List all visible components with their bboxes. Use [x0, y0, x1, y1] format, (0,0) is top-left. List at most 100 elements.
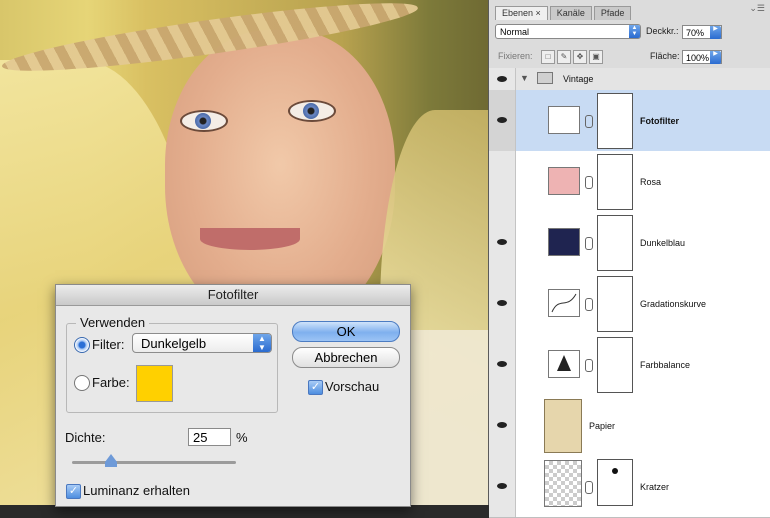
opacity-input[interactable]: 70% ▶ — [682, 25, 722, 39]
density-unit: % — [236, 430, 248, 445]
layer-mask-thumbnail[interactable] — [597, 154, 633, 210]
layer-name: Dunkelblau — [640, 238, 686, 248]
photo-mouth — [200, 228, 300, 250]
link-icon[interactable] — [585, 359, 593, 372]
lock-label: Fixieren: — [498, 51, 533, 61]
layer-name: Farbbalance — [640, 360, 691, 370]
eye-icon — [497, 361, 507, 367]
preserve-luminosity-label: Luminanz erhalten — [83, 483, 190, 498]
lock-paint-icon[interactable]: ✎ — [557, 50, 571, 64]
fill-input[interactable]: 100% ▶ — [682, 50, 722, 64]
lock-transparency-icon[interactable]: □ — [541, 50, 555, 64]
layer-row[interactable]: Fotofilter — [489, 90, 770, 152]
ok-button[interactable]: OK — [292, 321, 400, 342]
layer-mask-thumbnail[interactable] — [597, 93, 633, 149]
visibility-toggle[interactable] — [489, 395, 516, 456]
layers-list: ▼ Vintage Fotofilter Rosa Dunkelblau Gra… — [489, 68, 770, 518]
color-label: Farbe: — [92, 375, 130, 390]
layer-mask-thumbnail[interactable] — [597, 459, 633, 506]
visibility-toggle[interactable] — [489, 68, 516, 90]
preview-label: Vorschau — [325, 379, 380, 394]
preview-checkbox[interactable]: ✓ — [308, 380, 323, 395]
link-icon[interactable] — [585, 115, 593, 128]
filter-select-value: Dunkelgelb — [141, 336, 207, 351]
link-icon[interactable] — [585, 237, 593, 250]
preserve-luminosity-checkbox[interactable]: ✓ — [66, 484, 81, 499]
density-slider-thumb-base[interactable] — [105, 462, 117, 467]
eye-icon — [497, 300, 507, 306]
panel-tabs: Ebenen × Kanäle Pfade — [495, 6, 633, 20]
density-input[interactable]: 25 — [188, 428, 231, 446]
disclosure-triangle-icon[interactable]: ▼ — [520, 73, 529, 83]
arrow-right-icon[interactable]: ▶ — [710, 26, 721, 39]
layers-panel: Ebenen × Kanäle Pfade ⌄☰ Normal ▲ ▼ Deckk… — [488, 0, 770, 518]
filter-label: Filter: — [92, 337, 125, 352]
layer-name: Rosa — [640, 177, 662, 187]
photo-filter-adjustment-icon — [548, 106, 580, 134]
use-group-label: Verwenden — [76, 315, 150, 330]
visibility-toggle[interactable] — [489, 151, 516, 212]
layer-row[interactable]: Gradationskurve — [489, 273, 770, 335]
blend-mode-value: Normal — [500, 27, 530, 37]
tab-ebenen[interactable]: Ebenen × — [495, 6, 548, 20]
visibility-toggle[interactable] — [489, 273, 516, 334]
layer-row[interactable]: Kratzer — [489, 456, 770, 518]
lock-all-icon[interactable]: ▣ — [589, 50, 603, 64]
color-radio[interactable] — [74, 375, 90, 391]
layer-name: Papier — [589, 421, 616, 431]
layer-mask-thumbnail[interactable] — [597, 337, 633, 393]
layer-name: Fotofilter — [640, 116, 679, 126]
dialog-title[interactable]: Fotofilter — [56, 285, 410, 306]
solid-color-fill-icon — [548, 228, 580, 256]
curves-adjustment-icon — [548, 289, 580, 317]
eye-icon — [497, 76, 507, 82]
scale-icon — [557, 355, 571, 371]
link-icon[interactable] — [585, 298, 593, 311]
layer-row[interactable]: Dunkelblau — [489, 212, 770, 274]
layer-group-name: Vintage — [563, 74, 594, 84]
layer-row[interactable]: Farbbalance — [489, 334, 770, 396]
eye-icon — [497, 483, 507, 489]
arrow-right-icon[interactable]: ▶ — [710, 51, 721, 64]
layer-mask-thumbnail[interactable] — [597, 215, 633, 271]
density-label: Dichte: — [65, 430, 106, 445]
visibility-toggle[interactable] — [489, 90, 516, 151]
lock-move-icon[interactable]: ✥ — [573, 50, 587, 64]
eye-icon — [497, 422, 507, 428]
opacity-label: Deckkr.: — [646, 26, 679, 36]
blend-mode-select[interactable]: Normal ▲ ▼ — [495, 24, 641, 39]
chevron-updown-icon: ▲ ▼ — [253, 334, 271, 352]
layer-mask-thumbnail[interactable] — [597, 276, 633, 332]
link-icon[interactable] — [585, 481, 593, 494]
color-swatch[interactable] — [136, 365, 173, 402]
photo-eye-left — [180, 110, 228, 132]
color-balance-adjustment-icon — [548, 350, 580, 378]
photo-eye-right — [288, 100, 336, 122]
opacity-value: 70% — [686, 28, 705, 38]
visibility-toggle[interactable] — [489, 334, 516, 395]
filter-radio[interactable] — [74, 337, 90, 353]
eye-icon — [497, 117, 507, 123]
tab-kanaele[interactable]: Kanäle — [549, 6, 592, 20]
layer-thumbnail[interactable] — [544, 460, 582, 507]
density-slider-track[interactable] — [72, 461, 236, 464]
chevron-updown-icon: ▲ ▼ — [629, 25, 640, 38]
layer-group-row[interactable]: ▼ Vintage — [489, 68, 770, 91]
density-slider-thumb[interactable] — [105, 454, 117, 462]
cancel-button[interactable]: Abbrechen — [292, 347, 400, 368]
layer-row[interactable]: Rosa — [489, 151, 770, 213]
fill-label: Fläche: — [650, 51, 680, 61]
link-icon[interactable] — [585, 176, 593, 189]
visibility-toggle[interactable] — [489, 456, 516, 517]
layer-name: Gradationskurve — [640, 299, 707, 309]
layer-thumbnail[interactable] — [544, 399, 582, 453]
curves-graph-icon — [551, 293, 577, 313]
layer-name: Kratzer — [640, 482, 670, 492]
tab-pfade[interactable]: Pfade — [593, 6, 632, 20]
layer-row[interactable]: Papier — [489, 395, 770, 457]
panel-menu-icon[interactable]: ⌄☰ — [749, 3, 765, 14]
visibility-toggle[interactable] — [489, 212, 516, 273]
folder-icon — [537, 72, 553, 84]
filter-select[interactable]: Dunkelgelb ▲ ▼ — [132, 333, 272, 353]
fill-value: 100% — [686, 53, 710, 63]
